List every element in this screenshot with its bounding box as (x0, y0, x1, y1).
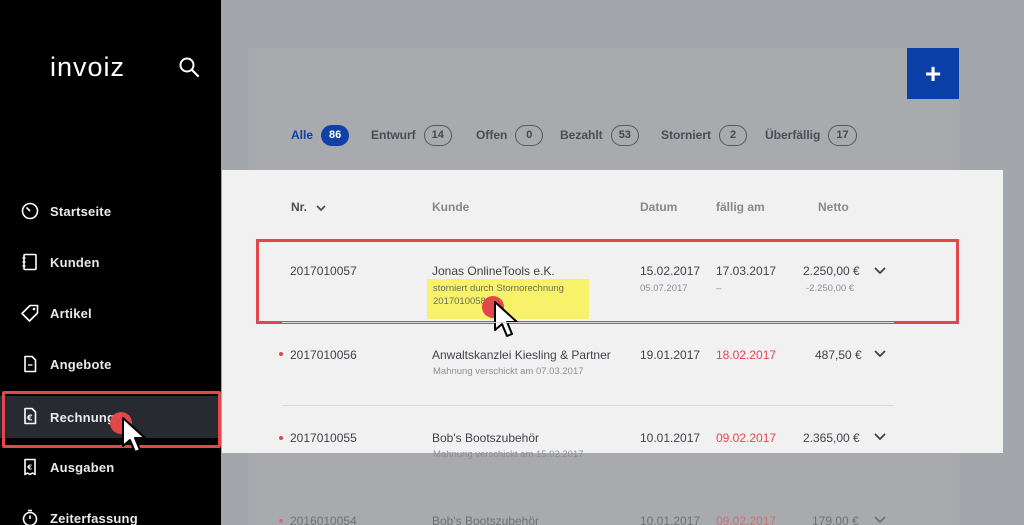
net-amount: 2.365,00 € (803, 431, 860, 445)
sidebar-item-label: Kunden (50, 254, 100, 270)
filter-count-badge: 14 (423, 124, 452, 146)
invoice-number: 2017010057 (290, 264, 357, 278)
filter-tab-ueberfaellig[interactable]: Überfällig 17 (765, 124, 857, 146)
filter-label: Entwurf (371, 128, 416, 142)
document-icon (20, 354, 40, 374)
customer-name: Bob's Bootszubehör (432, 431, 540, 445)
column-header-label: Nr. (291, 200, 308, 214)
column-header-netto: Netto (818, 200, 849, 214)
filter-count-badge: 17 (828, 124, 857, 146)
svg-text:€: € (26, 414, 33, 423)
euro-document-icon: € (20, 406, 40, 426)
filter-count-badge: 0 (515, 124, 544, 146)
price-tag-icon (20, 303, 40, 323)
sidebar-item-startseite[interactable]: Startseite (0, 191, 221, 231)
customer-name: Bob's Bootszubehör (432, 514, 540, 525)
filter-tab-offen[interactable]: Offen 0 (476, 124, 544, 146)
chevron-down-icon[interactable] (873, 515, 887, 525)
speedometer-icon (20, 201, 40, 221)
chevron-down-icon[interactable] (873, 266, 887, 276)
row-divider (282, 405, 894, 406)
filter-tab-entwurf[interactable]: Entwurf 14 (371, 124, 452, 146)
filter-label: Alle (291, 128, 314, 142)
receipt-icon: € (20, 457, 40, 477)
invoice-number: 2017010056 (290, 348, 357, 362)
column-header-kunde: Kunde (432, 200, 470, 214)
due-date: 17.03.2017 (716, 264, 777, 278)
filter-tab-alle[interactable]: Alle 86 (291, 124, 350, 146)
sidebar: invoiz Startseite Kunden Artikel Angebot… (0, 0, 221, 525)
filter-label: Offen (476, 128, 508, 142)
due-date: 09.02.2017 (716, 514, 777, 525)
filter-count-badge: 86 (321, 124, 350, 146)
row-divider (282, 322, 894, 323)
cancellation-note: storniert durch Stornorechnung (433, 283, 564, 294)
app-logo: invoiz (50, 52, 126, 82)
cancellation-invoice-link[interactable]: 2017010058 (433, 296, 486, 307)
cancellation-date: 05.07.2017 (640, 283, 688, 294)
sidebar-item-angebote[interactable]: Angebote (0, 344, 221, 384)
net-amount: 2.250,00 € (803, 264, 860, 278)
overdue-indicator (279, 352, 283, 356)
filter-count-badge: 53 (610, 124, 639, 146)
search-icon[interactable] (178, 56, 200, 78)
sidebar-item-label: Ausgaben (50, 459, 115, 475)
chevron-down-icon[interactable] (873, 349, 887, 359)
customer-name: Anwaltskanzlei Kiesling & Partner (432, 348, 611, 362)
reminder-note: Mahnung verschickt am 15.02.2017 (433, 449, 584, 460)
address-book-icon (20, 252, 40, 272)
sidebar-item-label: Startseite (50, 203, 112, 219)
reminder-note: Mahnung verschickt am 07.03.2017 (433, 366, 584, 377)
column-header-nr[interactable]: Nr. (291, 200, 326, 214)
overdue-indicator (279, 519, 283, 523)
focus-band (222, 170, 1003, 453)
due-date: 18.02.2017 (716, 348, 777, 362)
sidebar-item-label: Zeiterfassung (50, 510, 138, 525)
filter-tab-bezahlt[interactable]: Bezahlt 53 (560, 124, 639, 146)
invoice-date: 10.01.2017 (640, 514, 701, 525)
invoice-date: 10.01.2017 (640, 431, 701, 445)
sidebar-item-kunden[interactable]: Kunden (0, 242, 221, 282)
filter-label: Storniert (661, 128, 712, 142)
chevron-down-icon[interactable] (873, 432, 887, 442)
add-invoice-button[interactable]: + (907, 48, 959, 99)
net-amount: 179,00 € (812, 514, 859, 525)
invoice-date: 15.02.2017 (640, 264, 701, 278)
sidebar-item-zeiterfassung[interactable]: Zeiterfassung (0, 498, 221, 525)
filter-count-badge: 2 (719, 124, 748, 146)
column-header-faellig: fällig am (716, 200, 765, 214)
sidebar-item-label: Artikel (50, 305, 92, 321)
column-header-datum: Datum (640, 200, 678, 214)
invoice-date: 19.01.2017 (640, 348, 701, 362)
due-date: 09.02.2017 (716, 431, 777, 445)
customer-name: Jonas OnlineTools e.K. (432, 264, 555, 278)
sidebar-item-ausgaben[interactable]: € Ausgaben (0, 447, 221, 487)
mouse-cursor-icon (494, 301, 518, 337)
filter-label: Überfällig (765, 128, 821, 142)
invoice-number: 2016010054 (290, 514, 357, 525)
net-amount: 487,50 € (815, 348, 862, 362)
filter-tab-storniert[interactable]: Storniert 2 (661, 124, 748, 146)
invoice-number: 2017010055 (290, 431, 357, 445)
svg-text:€: € (26, 464, 32, 472)
sidebar-item-label: Angebote (50, 356, 112, 372)
net-amount-cancelled: -2.250,00 € (806, 283, 855, 294)
chevron-down-icon (316, 205, 326, 212)
filter-label: Bezahlt (560, 128, 603, 142)
overdue-indicator (279, 436, 283, 440)
sidebar-item-artikel[interactable]: Artikel (0, 293, 221, 333)
stopwatch-icon (20, 508, 40, 525)
mouse-cursor-icon (122, 417, 146, 453)
due-date-secondary: – (716, 283, 722, 294)
